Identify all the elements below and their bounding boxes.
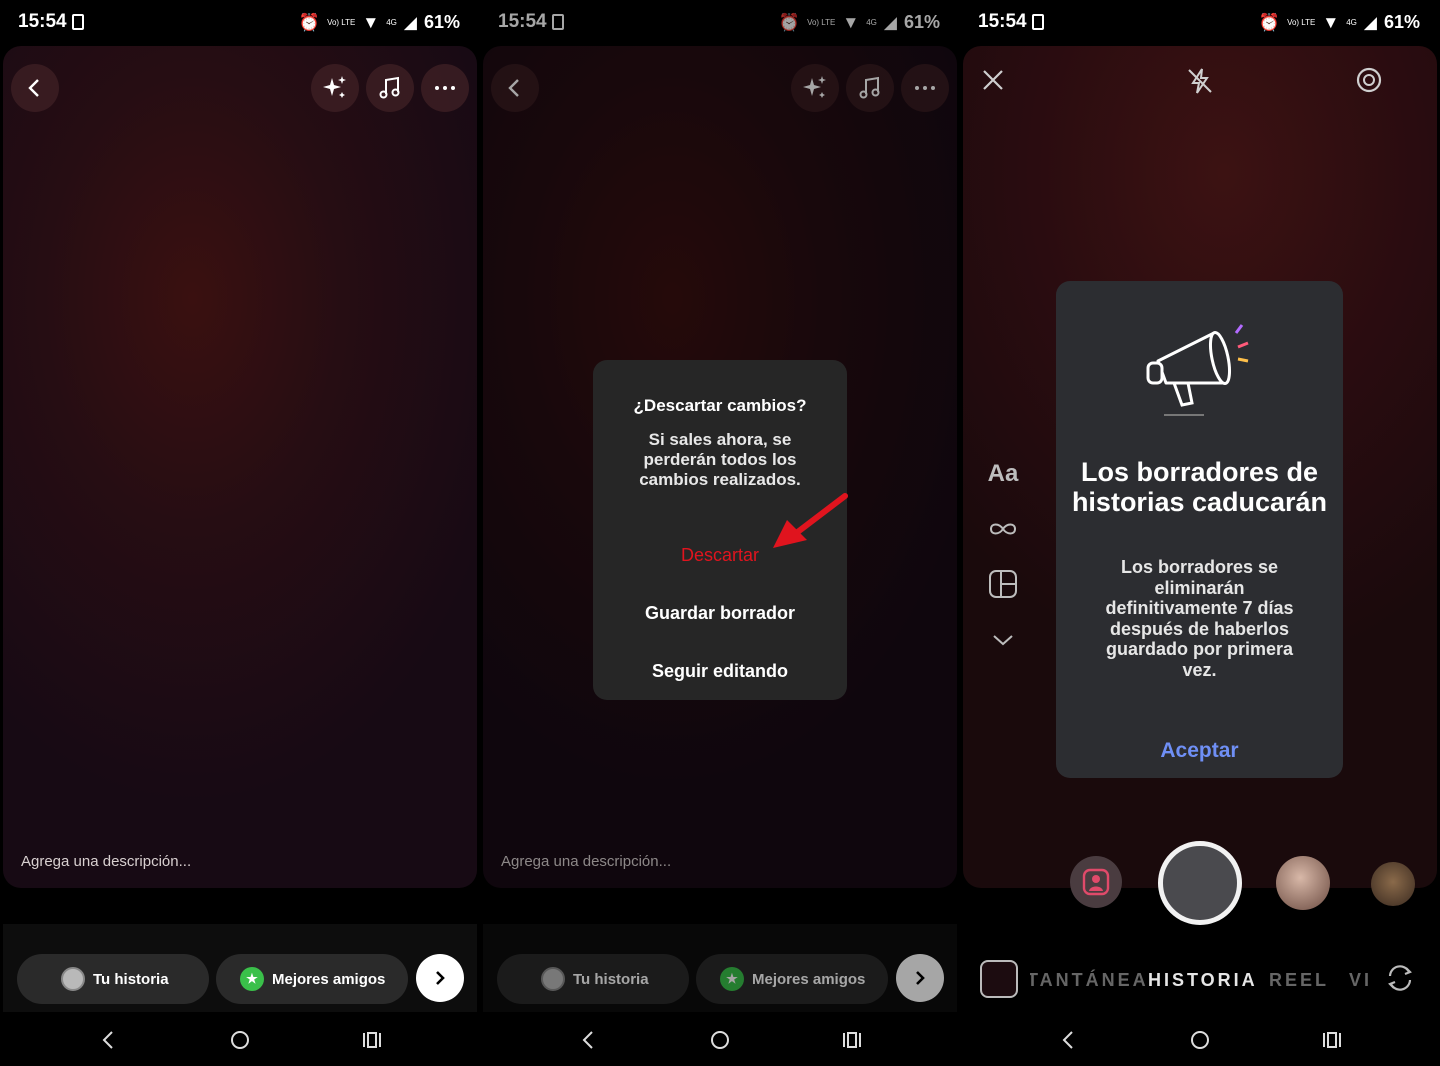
recent-effect-thumbnail[interactable] [1371,862,1415,906]
infinity-icon [989,523,1017,535]
megaphone-icon [1146,324,1249,416]
settings-gear-icon[interactable] [1353,64,1385,96]
nav-recents-button[interactable] [1317,1026,1347,1054]
shutter-button[interactable] [1158,841,1242,925]
status-bar: 15:54 ⏰ Vo) LTE ▼ 4G ◢ 61% [0,0,480,44]
status-time: 15:54 [978,11,1027,32]
gallery-thumbnail[interactable] [980,960,1018,998]
dialog-title: ¿Descartar cambios? [633,396,807,415]
recents-icon [1323,1032,1341,1048]
nav-home-button[interactable] [705,1026,735,1054]
system-nav-bar [960,1014,1440,1066]
home-icon [231,1031,249,1049]
nav-home-button[interactable] [225,1026,255,1054]
nav-back-button[interactable] [573,1026,603,1054]
signal-icon: ◢ [1363,12,1377,32]
save-draft-button[interactable]: Guardar borrador [593,603,847,624]
dialog-message: Si sales ahora, se perderán todos los ca… [639,430,801,489]
nav-back-button[interactable] [93,1026,123,1054]
network-type-label: 4G [386,17,397,27]
face-scan-icon [1082,868,1110,896]
flip-camera-icon[interactable] [1384,962,1416,994]
back-icon [582,1031,593,1049]
camera-mode-selector[interactable]: INSTANTÁNEA HISTORIA REEL VIVO [1030,968,1370,994]
nav-back-button[interactable] [1053,1026,1083,1054]
mode-story[interactable]: HISTORIA [1148,970,1258,991]
notification-icon [1032,14,1044,30]
chevron-right-icon [436,971,445,985]
close-friends-button[interactable]: ★ Mejores amigos [216,954,408,1004]
battery-level: 61% [1383,12,1420,32]
music-button[interactable] [366,64,414,112]
drafts-expire-modal: Los borradores de historias caducarán Lo… [1056,281,1343,778]
modal-title: Los borradores de historias caducarán [1071,457,1328,517]
nav-recents-button[interactable] [357,1026,387,1054]
volte-label: Vo) LTE [1287,17,1316,27]
home-icon [711,1031,729,1049]
your-story-label: Tu historia [93,970,169,988]
avatar [61,967,85,991]
boomerang-button[interactable] [983,509,1023,549]
more-icon [435,86,455,90]
notification-icon [72,14,84,30]
story-canvas[interactable]: Agrega una descripción... [3,46,477,888]
story-editor-discard-screen: 15:54 ⏰ Vo) LTE ▼ 4G ◢ 61% Agrega una de… [480,0,960,1066]
wifi-icon: ▼ [1322,12,1340,32]
keep-editing-button[interactable]: Seguir editando [593,661,847,682]
network-type-label: 4G [1346,17,1357,27]
story-editor-screen: 15:54 ⏰ Vo) LTE ▼ 4G ◢ 61% Agrega una de… [0,0,480,1066]
text-tool-button[interactable]: Aa [983,454,1023,494]
more-options-button[interactable] [421,64,469,112]
system-nav-bar [480,1014,960,1066]
share-bar: Tu historia ★ Mejores amigos [3,924,477,1012]
battery-level: 61% [423,12,460,32]
star-icon: ★ [240,967,264,991]
description-input[interactable]: Agrega una descripción... [21,853,191,870]
nav-home-button[interactable] [1185,1026,1215,1054]
mode-instant[interactable]: INSTANTÁNEA [1030,970,1149,991]
story-camera-screen: 15:54 ⏰ Vo) LTE ▼ 4G ◢ 61% Aa Los borrad… [960,0,1440,1066]
sparkles-icon [323,76,346,98]
your-story-button[interactable]: Tu historia [17,954,209,1004]
mode-reel[interactable]: REEL [1269,970,1329,991]
music-note-icon [379,76,400,99]
back-icon [1062,1031,1073,1049]
share-next-button[interactable] [416,954,464,1002]
layout-button[interactable] [983,564,1023,604]
status-bar: 15:54 ⏰ Vo) LTE ▼ 4G ◢ 61% [960,0,1440,44]
system-nav-bar [0,1014,480,1066]
flash-off-icon[interactable] [1185,66,1215,96]
nav-recents-button[interactable] [837,1026,867,1054]
wifi-icon: ▼ [362,12,380,32]
effects-gallery-button[interactable] [1070,856,1122,908]
effects-button[interactable] [311,64,359,112]
status-time: 15:54 [18,11,67,32]
alarm-icon: ⏰ [1258,12,1281,32]
annotation-arrow-icon [773,493,848,548]
more-tools-button[interactable] [983,620,1023,660]
recents-icon [843,1032,861,1048]
back-button[interactable] [11,64,59,112]
layout-icon [989,570,1017,598]
volte-label: Vo) LTE [327,17,356,27]
signal-icon: ◢ [403,12,417,32]
close-icon[interactable] [981,68,1005,92]
recent-effect-thumbnail[interactable] [1276,856,1330,910]
alarm-icon: ⏰ [298,12,321,32]
recents-icon [363,1032,381,1048]
chevron-down-icon [993,635,1013,646]
chevron-left-icon [28,79,39,97]
home-icon [1191,1031,1209,1049]
mode-live[interactable]: VIVO [1349,970,1370,991]
back-icon [102,1031,113,1049]
modal-body: Los borradores se eliminarán definitivam… [1105,557,1294,680]
accept-button[interactable]: Aceptar [1056,739,1343,763]
close-friends-label: Mejores amigos [272,970,386,988]
